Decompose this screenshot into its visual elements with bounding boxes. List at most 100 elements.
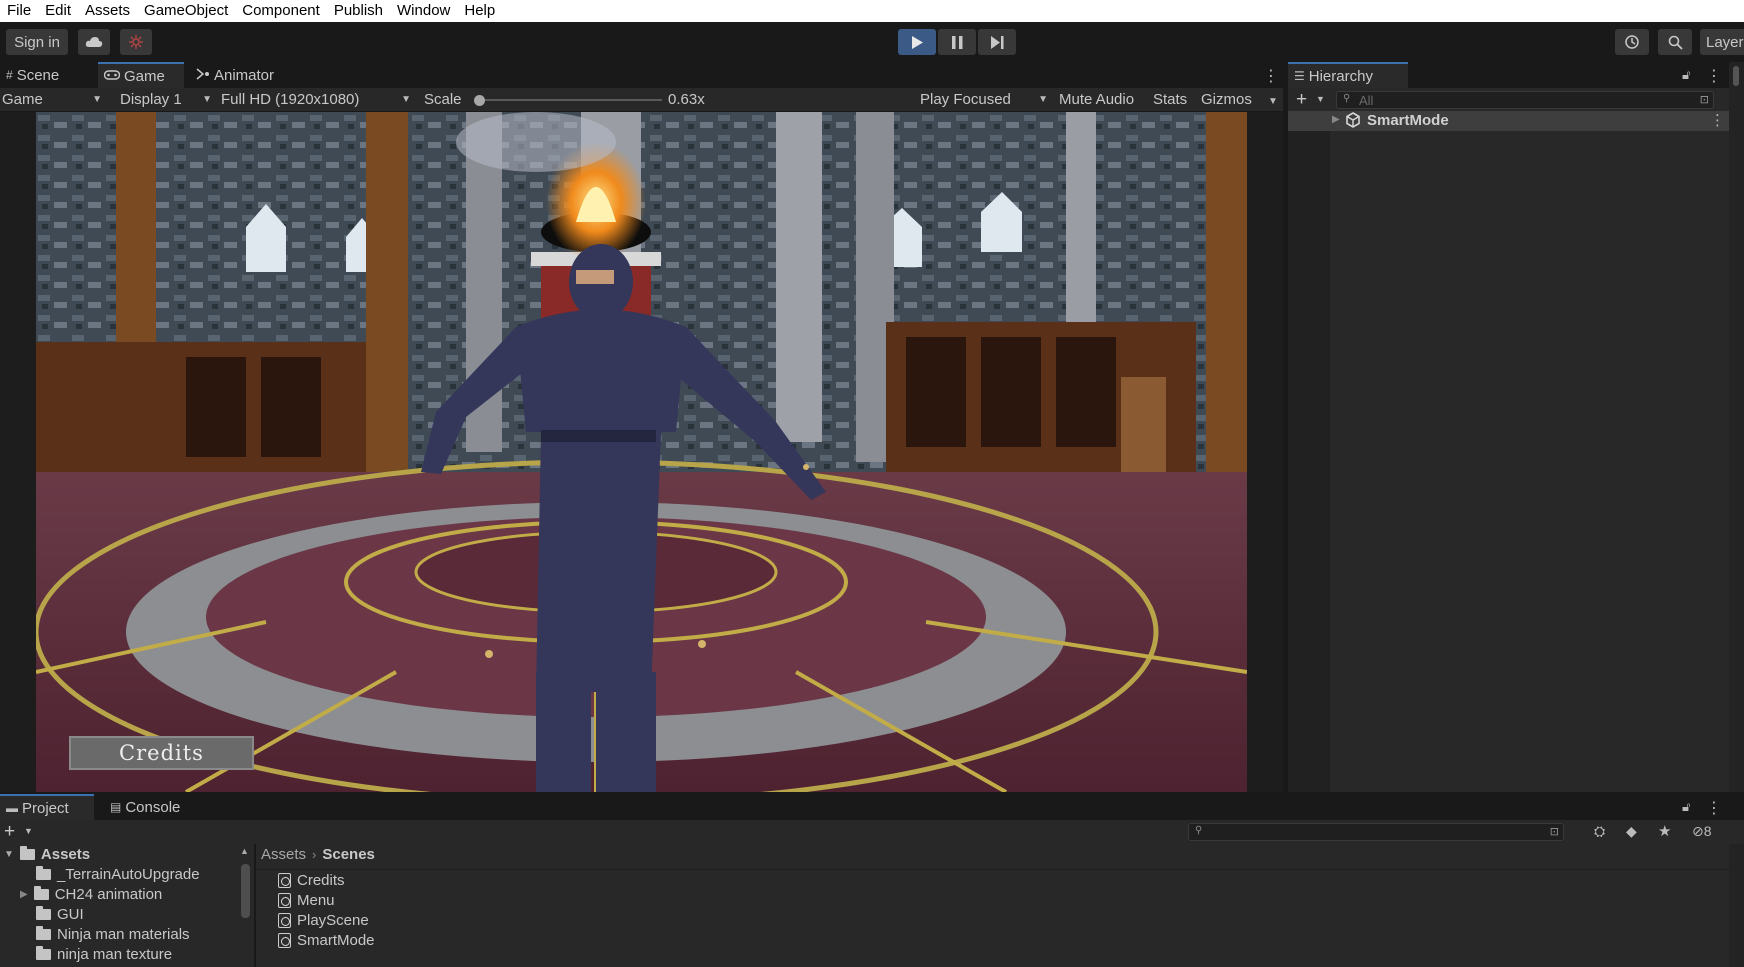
menu-file[interactable]: File — [0, 0, 38, 22]
display-dropdown[interactable]: Display 1 ▼ — [120, 88, 212, 112]
file-item-credits[interactable]: Credits — [278, 870, 345, 890]
breadcrumb-assets[interactable]: Assets — [261, 846, 306, 863]
hierarchy-gutter — [1288, 112, 1330, 792]
tree-item-assets[interactable]: ▼ Assets — [0, 844, 90, 864]
tab-scene[interactable]: # Scene — [0, 62, 98, 88]
menu-component[interactable]: Component — [235, 0, 327, 22]
tab-animator[interactable]: Animator — [190, 62, 290, 88]
play-focus-dropdown[interactable]: Play Focused ▼ — [920, 88, 1048, 112]
scene-file-icon — [278, 912, 291, 928]
menu-help[interactable]: Help — [457, 0, 502, 22]
breadcrumb: Assets › Scenes — [261, 846, 375, 863]
stats-toggle[interactable]: Stats — [1153, 88, 1187, 112]
bottom-tabbar: ▬ Project ▤ Console 🔓︎ ⋮ — [0, 794, 1744, 820]
scene-file-icon — [278, 892, 291, 908]
more-options-icon[interactable]: ⋮ — [1706, 798, 1722, 818]
menu-window[interactable]: Window — [390, 0, 457, 22]
console-icon: ▤ — [110, 800, 122, 814]
search-icon[interactable] — [1658, 29, 1692, 55]
folder-icon — [36, 945, 51, 960]
menu-edit[interactable]: Edit — [38, 0, 78, 22]
filter-type-icon[interactable]: ⛭ — [1594, 823, 1605, 840]
folder-icon: ▬ — [6, 801, 18, 815]
gamepad-icon — [103, 69, 121, 83]
view-mode-dropdown[interactable]: Game ▼ — [2, 88, 102, 112]
more-options-icon[interactable]: ⋮ — [1710, 111, 1725, 129]
expand-arrow-icon[interactable]: ▶ — [1332, 114, 1340, 125]
tree-item-ninja-man-texture[interactable]: ninja man texture — [36, 944, 172, 964]
chevron-down-icon: ▼ — [1268, 96, 1278, 107]
scale-value: 0.63x — [668, 91, 705, 108]
tab-hierarchy[interactable]: ☰ Hierarchy — [1288, 62, 1408, 88]
file-item-smartmode[interactable]: SmartMode — [278, 930, 375, 950]
project-files-panel: Assets › Scenes Credits Menu PlayScene S… — [256, 844, 1729, 967]
add-icon[interactable]: + — [1296, 89, 1307, 111]
chevron-down-icon: ▼ — [92, 94, 102, 105]
play-button[interactable] — [898, 29, 936, 55]
search-placeholder: All — [1359, 93, 1374, 108]
hierarchy-scrollbar[interactable] — [1729, 62, 1744, 792]
tab-game[interactable]: Game — [98, 62, 184, 88]
hierarchy-panel — [1288, 112, 1729, 792]
hierarchy-search-input[interactable]: ⚲ All ⊡ — [1336, 91, 1714, 109]
star-icon[interactable]: ★ — [1658, 822, 1671, 840]
menu-assets[interactable]: Assets — [78, 0, 137, 22]
search-options-icon[interactable]: ⊡ — [1550, 825, 1559, 838]
gizmos-toggle[interactable]: Gizmos — [1201, 88, 1252, 112]
tab-project[interactable]: ▬ Project — [0, 794, 94, 820]
expand-arrow-icon[interactable]: ▼ — [4, 849, 14, 860]
folder-icon — [36, 905, 51, 920]
scene-file-icon — [278, 872, 291, 888]
tab-console[interactable]: ▤ Console — [104, 794, 200, 820]
add-icon[interactable]: + — [4, 821, 15, 843]
mute-audio-toggle[interactable]: Mute Audio — [1059, 88, 1134, 112]
animator-icon — [196, 67, 210, 83]
hidden-packages-toggle[interactable]: ⊘8 — [1692, 823, 1712, 840]
pause-button[interactable] — [938, 29, 976, 55]
project-tree-scrollbar[interactable] — [241, 864, 250, 918]
menu-publish[interactable]: Publish — [327, 0, 390, 22]
tree-item-ch24-animation[interactable]: ▶ CH24 animation — [20, 884, 162, 904]
tree-item-gui[interactable]: GUI — [36, 904, 84, 924]
project-search-input[interactable]: ⚲ ⊡ — [1188, 823, 1564, 841]
search-icon: ⚲ — [1195, 825, 1203, 836]
hierarchy-tabbar: ☰ Hierarchy 🔓︎ ⋮ — [1288, 62, 1744, 88]
breadcrumb-scenes[interactable]: Scenes — [322, 846, 375, 863]
search-options-icon[interactable]: ⊡ — [1700, 93, 1709, 106]
chevron-down-icon[interactable]: ▼ — [1316, 94, 1325, 104]
grid-icon: # — [6, 68, 13, 82]
lock-icon[interactable]: 🔓︎ — [1682, 799, 1690, 815]
more-options-icon[interactable]: ⋮ — [1706, 66, 1722, 86]
scroll-up-icon[interactable]: ▲ — [240, 846, 249, 856]
project-scrollbar[interactable] — [1729, 844, 1744, 967]
tree-item-ninja-man-materials[interactable]: Ninja man materials — [36, 924, 190, 944]
resolution-dropdown[interactable]: Full HD (1920x1080) ▼ — [221, 88, 411, 112]
sign-in-button[interactable]: Sign in — [6, 29, 68, 55]
lock-icon[interactable]: 🔓︎ — [1682, 67, 1690, 83]
file-item-playscene[interactable]: PlayScene — [278, 910, 369, 930]
project-folder-tree: ▼ Assets _TerrainAutoUpgrade ▶ CH24 anim… — [0, 844, 254, 967]
credits-button[interactable]: Credits — [69, 736, 254, 770]
chevron-down-icon: ▼ — [202, 94, 212, 105]
layers-dropdown[interactable]: Layers — [1700, 29, 1744, 55]
tree-item-terrain-auto-upgrade[interactable]: _TerrainAutoUpgrade — [36, 864, 200, 884]
hierarchy-item-smartmode[interactable]: ▶ SmartMode ⋮ — [1288, 111, 1729, 131]
file-item-menu[interactable]: Menu — [278, 890, 335, 910]
scale-slider-handle[interactable] — [474, 95, 485, 106]
collab-icon[interactable] — [120, 29, 152, 55]
menu-bar: File Edit Assets GameObject Component Pu… — [0, 0, 1744, 22]
game-viewport[interactable]: Credits — [36, 112, 1247, 792]
history-icon[interactable] — [1615, 29, 1649, 55]
scale-slider-track[interactable] — [476, 99, 662, 101]
menu-gameobject[interactable]: GameObject — [137, 0, 235, 22]
label-icon[interactable]: ◆ — [1626, 823, 1637, 840]
step-button[interactable] — [978, 29, 1016, 55]
cloud-icon[interactable] — [78, 29, 110, 55]
folder-icon — [36, 925, 51, 940]
folder-icon — [33, 885, 49, 900]
project-toolbar: + ▼ ⚲ ⊡ ⛭ ◆ ★ ⊘8 — [0, 820, 1744, 844]
expand-arrow-icon[interactable]: ▶ — [20, 889, 28, 900]
chevron-down-icon[interactable]: ▼ — [24, 826, 33, 836]
gizmos-dropdown[interactable]: ▼ — [1268, 88, 1278, 112]
more-options-icon[interactable]: ⋮ — [1263, 66, 1279, 86]
